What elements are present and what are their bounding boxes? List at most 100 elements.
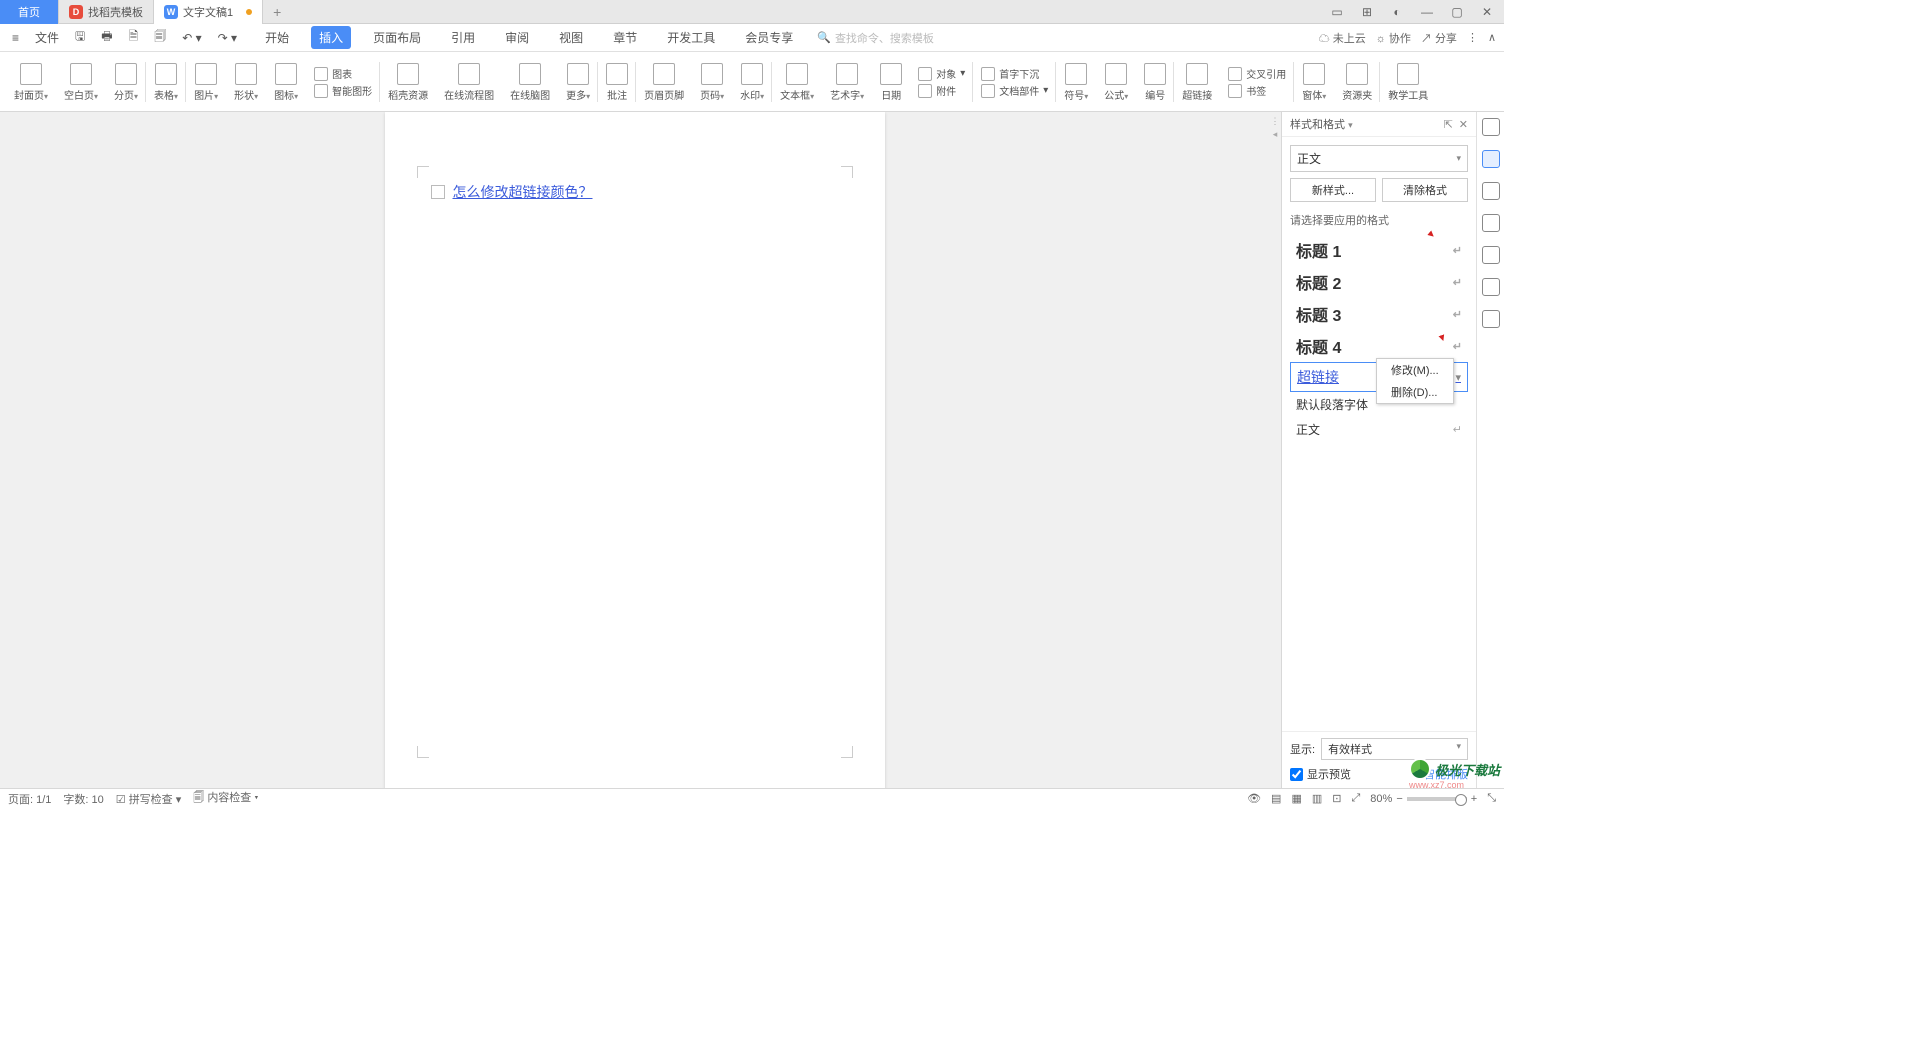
zoom-in[interactable]: + [1471,793,1477,805]
ribbon-formula[interactable]: 公式▾ [1098,56,1134,108]
ribbon-watermark[interactable]: 水印▾ [734,56,770,108]
status-spell[interactable]: ☑ 拼写检查 ▾ [116,791,182,807]
ribbon-date[interactable]: 日期 [874,56,908,108]
status-view2-icon[interactable]: ▦ [1291,792,1301,805]
menu-tab-chapter[interactable]: 章节 [605,26,645,49]
current-style-select[interactable]: 正文 ▾ [1290,145,1468,172]
status-view4-icon[interactable]: ⊡ [1332,792,1341,805]
style-body[interactable]: 正文↵ [1290,417,1468,442]
hamburger-icon[interactable]: ≡ [8,29,23,47]
ribbon-number[interactable]: 编号 [1138,56,1172,108]
document-area[interactable]: 怎么修改超链接颜色？ [0,112,1269,788]
sidebar-icon-7[interactable] [1482,310,1500,328]
ribbon-hyperlink[interactable]: 超链接 [1176,56,1218,108]
sidebar-icon-style[interactable] [1482,150,1500,168]
status-fit-icon[interactable]: ⤢ [1351,792,1360,805]
panel-pin-icon[interactable]: ⇱ [1444,118,1453,131]
ribbon-table[interactable]: 表格▾ [148,56,184,108]
ribbon-pagebreak[interactable]: 分页▾ [108,56,144,108]
style-heading2[interactable]: 标题 2↵ [1290,266,1468,298]
ribbon-object[interactable]: 对象▾ [918,66,965,81]
status-view3-icon[interactable]: ▥ [1312,792,1322,805]
zoom-control[interactable]: 80% − + [1370,793,1477,805]
tab-document[interactable]: W 文字文稿1 [154,0,263,24]
sidebar-icon-1[interactable] [1482,118,1500,136]
menu-tab-view[interactable]: 视图 [551,26,591,49]
hyperlink-text[interactable]: 怎么修改超链接颜色？ [453,182,593,202]
undo-button[interactable]: ↶ ▾ [178,29,205,47]
pane-icon[interactable]: ▭ [1328,3,1346,21]
ribbon-iconlib[interactable]: 图标▾ [268,56,304,108]
grid-icon[interactable]: ⊞ [1358,3,1376,21]
user-icon[interactable]: ◐ [1388,3,1406,21]
status-eye-icon[interactable]: 👁 [1247,792,1261,805]
print-icon[interactable]: 🖶 [97,25,116,50]
maximize-button[interactable]: ▢ [1448,3,1466,21]
ribbon-cover[interactable]: 封面页▾ [8,56,54,108]
clear-format-button[interactable]: 清除格式 [1382,178,1468,202]
sidebar-icon-4[interactable] [1482,214,1500,232]
menu-tab-insert[interactable]: 插入 [311,26,351,49]
ribbon-smartart[interactable]: 智能图形 [314,83,372,98]
menu-tab-layout[interactable]: 页面布局 [365,26,429,49]
tab-template[interactable]: D 找稻壳模板 [59,0,154,24]
ribbon-symbol[interactable]: 符号▾ [1058,56,1094,108]
style-heading1[interactable]: 标题 1↵ [1290,234,1468,266]
sidebar-icon-5[interactable] [1482,246,1500,264]
menu-tab-dev[interactable]: 开发工具 [659,26,723,49]
ribbon-headerfooter[interactable]: 页眉页脚 [638,56,690,108]
ribbon-crossref[interactable]: 交叉引用 [1228,66,1286,81]
preview-icon[interactable]: 🗎 [125,25,143,50]
cloud-status[interactable]: ☁ 未上云 [1319,30,1366,46]
ribbon-resource[interactable]: 资源夹 [1336,56,1378,108]
ribbon-chart[interactable]: 图表 [314,66,372,81]
menu-tab-review[interactable]: 审阅 [497,26,537,49]
file-menu[interactable]: 文件 [31,27,63,48]
new-tab-button[interactable]: + [263,4,291,20]
export-icon[interactable]: 🗐 [150,25,170,50]
ribbon-mindmap[interactable]: 在线脑图 [504,56,556,108]
ribbon-teaching[interactable]: 教学工具 [1382,56,1434,108]
ribbon-firstdrop[interactable]: 首字下沉 [981,66,1048,81]
status-words[interactable]: 字数: 10 [63,791,103,807]
status-content[interactable]: 🗐 内容检查 ▾ [193,789,258,808]
ribbon-textbox[interactable]: 文本框▾ [774,56,820,108]
save-icon[interactable]: 🖫 [71,25,89,50]
ribbon-picture[interactable]: 图片▾ [188,56,224,108]
new-style-button[interactable]: 新样式... [1290,178,1376,202]
zoom-slider[interactable] [1407,797,1467,801]
minimize-button[interactable]: — [1418,3,1436,21]
ctx-delete[interactable]: 删除(D)... [1377,381,1453,403]
ribbon-flowchart[interactable]: 在线流程图 [438,56,500,108]
ribbon-attach[interactable]: 附件 [918,83,965,98]
close-button[interactable]: ✕ [1478,3,1496,21]
status-page[interactable]: 页面: 1/1 [8,791,51,807]
ribbon-pagenum[interactable]: 页码▾ [694,56,730,108]
menu-tab-start[interactable]: 开始 [257,26,297,49]
ribbon-shape[interactable]: 形状▾ [228,56,264,108]
ribbon-more[interactable]: 更多▾ [560,56,596,108]
sidebar-icon-6[interactable] [1482,278,1500,296]
menu-tab-reference[interactable]: 引用 [443,26,483,49]
ribbon-docres[interactable]: 稻壳资源 [382,56,434,108]
show-select[interactable]: 有效样式▾ [1321,738,1468,760]
coop-button[interactable]: ☼ 协作 [1376,30,1411,46]
ribbon-wordart[interactable]: 艺术字▾ [824,56,870,108]
ribbon-window[interactable]: 窗体▾ [1296,56,1332,108]
ribbon-bookmark[interactable]: 书签 [1228,83,1286,98]
ribbon-docpart[interactable]: 文档部件▾ [981,83,1048,98]
preview-checkbox[interactable]: 显示预览 [1290,766,1351,782]
tab-home[interactable]: 首页 [0,0,59,24]
redo-button[interactable]: ↷ ▾ [214,29,241,47]
share-button[interactable]: ↗ 分享 [1421,30,1457,46]
status-view1-icon[interactable]: ▤ [1271,792,1281,805]
ribbon-comment[interactable]: 批注 [600,56,634,108]
menu-more-icon[interactable]: ⋮ [1467,31,1478,44]
menu-collapse-icon[interactable]: ∧ [1488,31,1496,44]
sidebar-icon-3[interactable] [1482,182,1500,200]
menu-tab-member[interactable]: 会员专享 [737,26,801,49]
dropdown-icon[interactable]: ▾ [1455,371,1461,384]
zoom-out[interactable]: − [1396,793,1402,805]
gutter-left[interactable]: ◂ [1273,129,1278,140]
panel-close-icon[interactable]: ✕ [1459,118,1468,131]
